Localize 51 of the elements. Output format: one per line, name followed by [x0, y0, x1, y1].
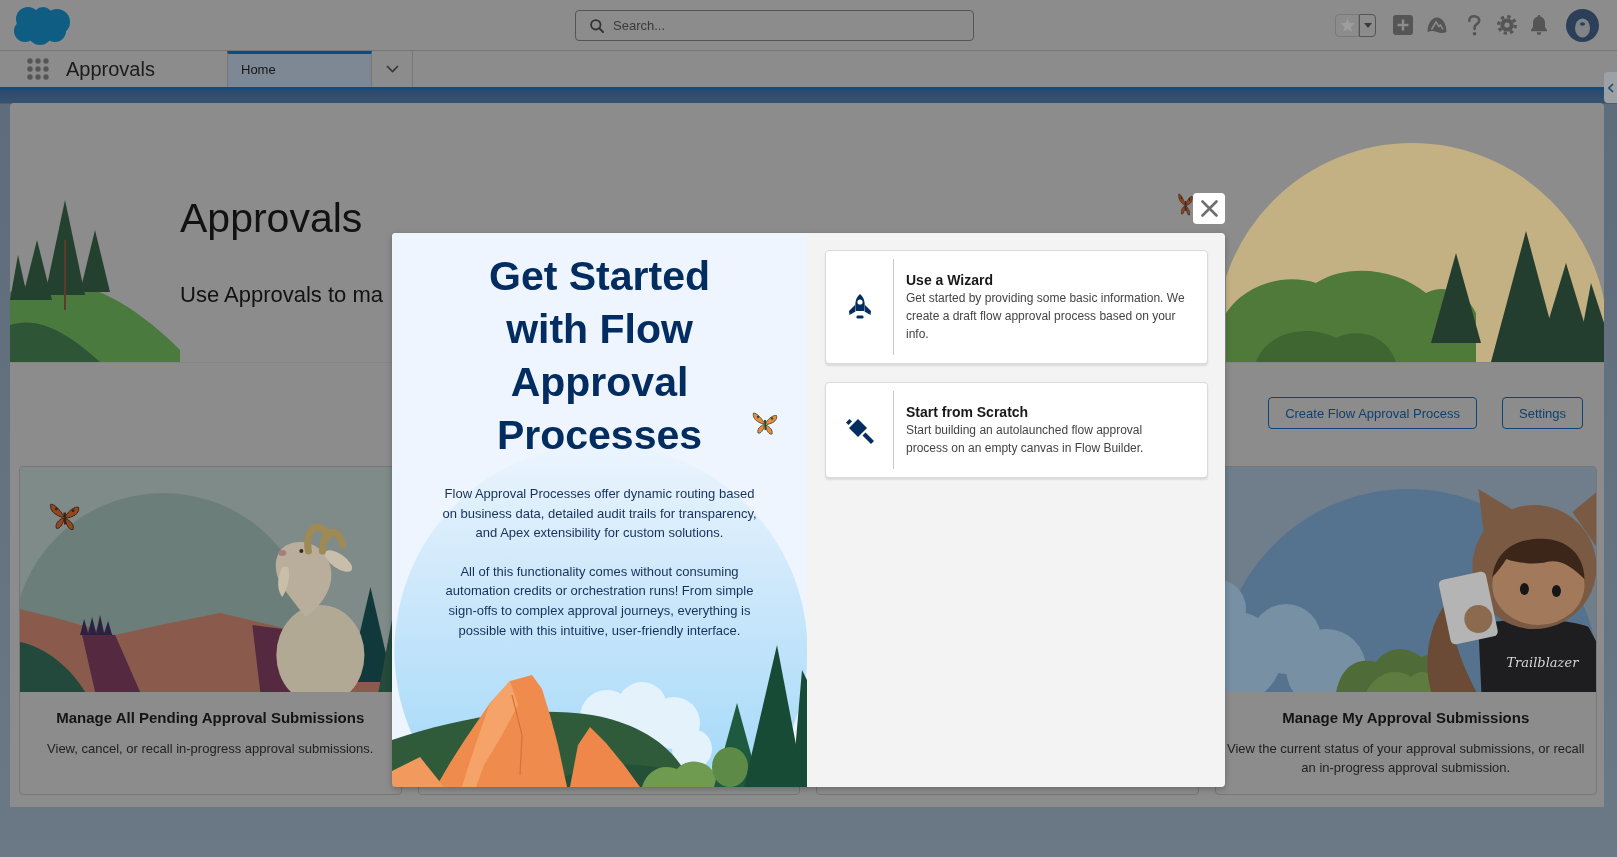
action-button[interactable]: Settings [1502, 397, 1583, 429]
favorites-button[interactable] [1335, 13, 1359, 37]
rocket-icon [847, 294, 872, 320]
chevron-down-icon [385, 65, 399, 73]
search-field[interactable]: Search... [575, 9, 974, 41]
approval-card[interactable]: Manage All Pending Approval Submissions View, cancel, or recall in-progress approval submissions. [19, 466, 402, 795]
add-button[interactable] [1393, 15, 1413, 35]
close-button[interactable] [1193, 193, 1225, 224]
option-card[interactable]: Use a Wizard Get started by providing some basic information. We create a draft flow approval process based on your info. [825, 250, 1208, 364]
butterfly-icon [50, 503, 80, 531]
app-name: Approvals [66, 57, 155, 81]
settings-button[interactable] [1497, 15, 1517, 35]
search-icon [590, 18, 604, 33]
card-description: View the current status of your approval submissions, or recall an in-progress approval submission. [1226, 740, 1586, 777]
cloud-logo [13, 5, 71, 45]
favorites-menu-button[interactable] [1359, 13, 1376, 37]
plus-icon [1393, 15, 1413, 35]
avatar-button[interactable] [1566, 8, 1599, 42]
modal-title: Get Started with Flow Approval Processes [488, 252, 711, 460]
dots-grid-icon [27, 58, 49, 80]
card-title: Manage All Pending Approval Submissions [56, 708, 365, 728]
help-button[interactable] [1467, 14, 1481, 36]
help-icon [1467, 14, 1481, 36]
mountain-icon [1427, 16, 1447, 34]
close-icon [1200, 200, 1218, 217]
butterfly-icon [752, 412, 778, 436]
option-description: Get started by providing some basic information. We create a draft flow approval process based on your info. [906, 290, 1186, 343]
caret-down-icon [1363, 22, 1372, 28]
modal-paragraph: All of this functionality comes without consuming automation credits or orchestration runs! From simple sign-offs to complex approval journeys, everything is possible with this intuitive, user-friendly interface. [444, 562, 755, 640]
butterfly-icon [1178, 193, 1193, 217]
option-card[interactable]: Start from Scratch Start building an autolaunched flow approval process on an empty canvas in Flow Builder. [825, 382, 1208, 478]
option-description: Start building an autolaunched flow approval process on an empty canvas in Flow Builder. [906, 422, 1145, 457]
page-title: Approvals [180, 194, 363, 242]
option-title: Use a Wizard [906, 271, 994, 289]
card-description: View, cancel, or recall in-progress approval submissions. [47, 740, 374, 758]
settings-icon [1497, 15, 1517, 35]
action-button[interactable]: Create Flow Approval Process [1268, 397, 1477, 429]
hoodie-text: Trailblazer [1505, 655, 1578, 670]
mountain-button[interactable] [1427, 16, 1447, 34]
modal-paragraph: Flow Approval Processes offer dynamic routing based on business data, detailed audit trails for transparency, and Apex extensibility for custom solutions. [441, 485, 758, 543]
bell-icon [1529, 15, 1549, 35]
page-subtitle: Use Approvals to ma [180, 282, 383, 308]
app-launcher-button[interactable] [27, 58, 49, 80]
approval-card[interactable]: Trailblazer Manage My Approval Submissions View the current status of your approval submissions, or recall an in-progress approval submission. [1214, 466, 1597, 795]
nav-tab[interactable]: Home [227, 51, 372, 87]
notifications-button[interactable] [1529, 15, 1549, 35]
card-title: Manage My Approval Submissions [1282, 708, 1530, 728]
option-title: Start from Scratch [906, 403, 1030, 421]
panel-toggle-button[interactable] [1604, 72, 1617, 103]
avatar-icon [1566, 8, 1599, 42]
chevron-left-icon [1607, 82, 1614, 93]
